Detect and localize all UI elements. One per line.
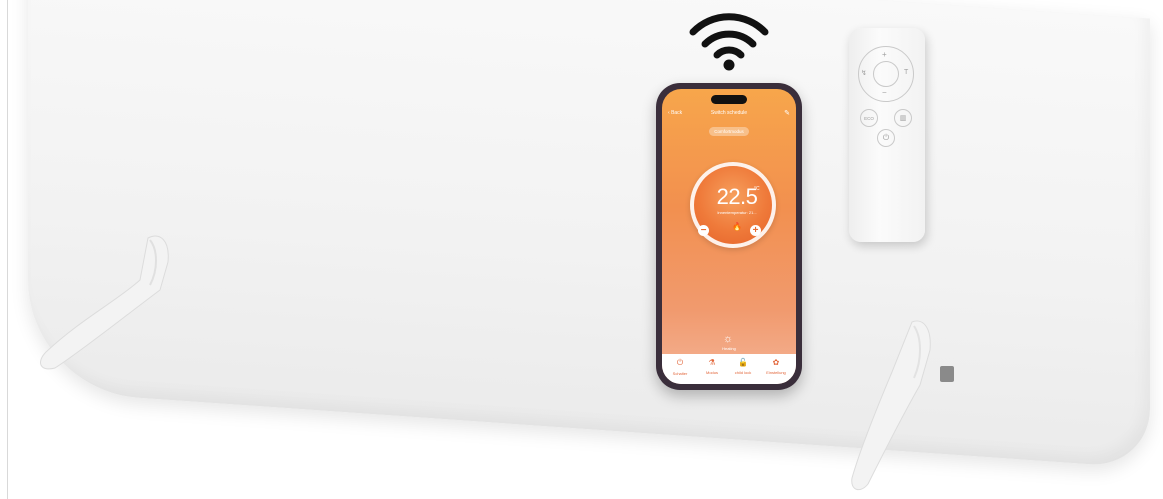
tab-label: Modus [705,370,718,375]
phone-screen: ‹ Back Switch schedule ✎ Comfortmodus 22… [662,89,796,384]
smartphone: ‹ Back Switch schedule ✎ Comfortmodus 22… [656,83,802,390]
dynamic-island [711,95,747,104]
tab-label: Schalter [672,371,688,376]
temperature-unit: °C [754,186,760,192]
room-temperature-label: Innentemperatur: 21... [717,210,757,215]
remote-center-button[interactable] [873,61,899,87]
remote-eco-label: ECO [864,115,874,121]
tab-switch[interactable]: ⏻ Schalter [665,358,695,376]
right-foot [851,320,931,491]
tab-settings[interactable]: ✿ Einstellung [761,358,791,375]
remote-timer-label: ▥ [899,115,907,122]
tab-label: child lock [734,370,752,375]
tab-child-lock[interactable]: 🔓 child lock [728,358,758,375]
flame-icon: 🔥 [732,222,742,231]
temperature-value: 22.5 [716,184,758,209]
remote-eco-button[interactable]: ECO [860,109,878,127]
bottom-tab-bar: ⏻ Schalter ⚗ Modus 🔓 child lock ✿ Einstellun… [662,354,796,384]
power-icon: ⏻ [676,358,684,367]
remote-power-button[interactable]: ⏻ [877,129,895,147]
mode-pill[interactable]: Comfortmodus [709,127,749,136]
left-foot [40,235,169,370]
remote-minus-label: − [882,88,887,97]
tab-mode[interactable]: ⚗ Modus [697,358,727,375]
edit-icon[interactable]: ✎ [784,109,790,117]
remote-left-label: ↯ [861,70,867,77]
remote-right-label: T [904,69,909,76]
power-icon: ⏻ [882,133,890,142]
wifi-icon [689,13,769,71]
decrease-button[interactable]: − [698,225,709,236]
heating-status-label: Heating [722,346,736,351]
mode-icon: ⚗ [708,358,716,367]
tab-label: Einstellung [766,370,786,375]
remote-timer-button[interactable]: ▥ [894,109,912,127]
lock-icon: 🔓 [738,358,748,367]
sun-icon: ☼ [723,333,734,345]
app-title: Switch schedule [710,110,748,116]
increase-button[interactable]: + [750,225,761,236]
gear-icon: ✿ [772,358,780,367]
remote-control: + − ↯ T ECO ▥ ⏻ [849,28,925,242]
remote-plus-label: + [882,50,887,59]
app-nav-bar: ‹ Back Switch schedule ✎ [662,108,796,120]
